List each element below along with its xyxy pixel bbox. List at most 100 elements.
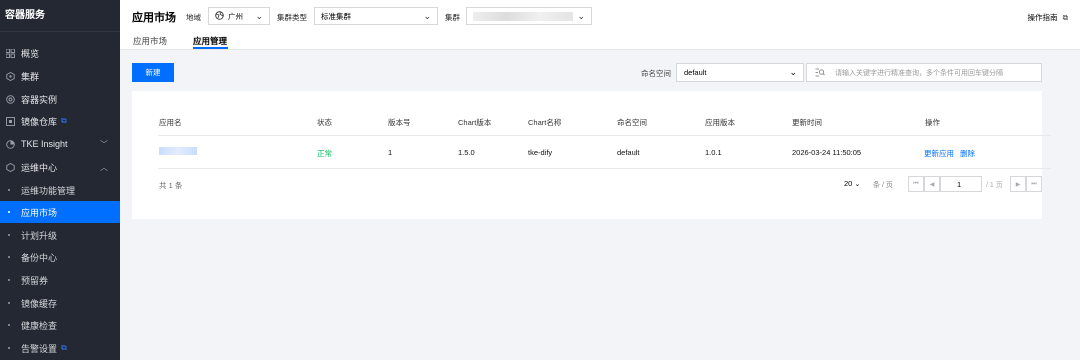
registry-icon <box>5 116 15 126</box>
page-header: 应用市场 地域 广州 ⌄ 集群类型 标准集群 ⌄ 集群 ⌄ 操作指南 ⧉ 应用市… <box>120 0 1080 50</box>
sidebar-subitem-health-check[interactable]: 健康检查 <box>0 314 120 336</box>
bullet-icon <box>8 189 10 191</box>
active-tab-indicator <box>193 47 228 49</box>
new-button[interactable]: 新建 <box>132 63 174 82</box>
sidebar-subitem-label: 告警设置 <box>21 343 58 354</box>
insight-icon <box>5 139 15 149</box>
grid-icon <box>5 48 15 58</box>
sidebar-subitem-image-cache[interactable]: 镜像缓存 <box>0 292 120 314</box>
col-header-app-version: 应用版本 <box>705 118 735 127</box>
external-link-icon: ⧉ <box>61 343 67 352</box>
namespace-select[interactable]: default ⌄ <box>676 63 804 82</box>
sidebar-subitem-reserved-coupon[interactable]: 预留券 <box>0 269 120 291</box>
external-link-icon: ⧉ <box>1062 13 1068 22</box>
cluster-type-select[interactable]: 标准集群 ⌄ <box>314 7 438 25</box>
app-version-cell: 1.0.1 <box>705 148 722 157</box>
col-header-revision: 版本号 <box>388 118 411 127</box>
status-badge: 正常 <box>317 149 332 158</box>
chevron-down-icon: ⌄ <box>577 11 585 21</box>
bullet-icon <box>8 347 10 349</box>
updated-time-cell: 2026-03-24 11:50:05 <box>792 148 862 157</box>
sidebar-subitem-planned-upgrade[interactable]: 计划升级 <box>0 224 120 246</box>
col-header-actions: 操作 <box>925 118 940 127</box>
sidebar-subitem-label: 计划升级 <box>21 230 58 241</box>
first-page-button[interactable]: ⏮ <box>908 176 924 192</box>
cluster-icon <box>5 71 15 81</box>
sidebar-subitem-label: 镜像缓存 <box>21 298 58 309</box>
next-page-button[interactable]: ▶ <box>1010 176 1026 192</box>
app-name-link-redacted[interactable] <box>159 147 197 157</box>
sidebar-subitem-alert-settings[interactable]: 告警设置 ⧉ <box>0 337 120 359</box>
cluster-type-value: 标准集群 <box>321 11 351 21</box>
chart-version-cell: 1.5.0 <box>458 148 475 157</box>
row-divider <box>158 168 1051 169</box>
search-input[interactable]: 请输入关键字进行精准查询，多个条件可用回车键分隔 <box>806 63 1042 82</box>
sidebar-subitem-label: 备份中心 <box>21 252 58 263</box>
page-size-unit: 条 / 页 <box>873 182 893 189</box>
region-value: 广州 <box>228 11 243 21</box>
header-divider <box>158 135 1051 136</box>
filter-search-icon <box>815 68 825 79</box>
last-page-button[interactable]: ⏭ <box>1026 176 1042 192</box>
search-placeholder: 请输入关键字进行精准查询，多个条件可用回车键分隔 <box>835 69 1003 77</box>
next-page-icon: ▶ <box>1015 181 1021 188</box>
col-header-updated: 更新时间 <box>792 118 822 127</box>
tab-app-market[interactable]: 应用市场 <box>133 35 167 47</box>
revision-cell: 1 <box>388 148 393 157</box>
cluster-value-redacted <box>473 11 573 21</box>
cluster-select[interactable]: ⌄ <box>466 7 592 25</box>
prev-page-icon: ◀ <box>929 181 935 188</box>
sidebar-title: 容器服务 <box>0 0 120 32</box>
bullet-icon <box>8 234 10 236</box>
delete-link[interactable]: 删除 <box>960 148 975 159</box>
sidebar-subitem-label: 预留券 <box>21 275 49 286</box>
cluster-label: 集群 <box>445 13 460 22</box>
chevron-down-icon: ﹀ <box>100 139 108 149</box>
region-select[interactable]: 广州 ⌄ <box>208 7 270 25</box>
app-table-card: 应用名 状态 版本号 Chart版本 Chart名称 命名空间 应用版本 更新时… <box>132 91 1051 219</box>
page-number-input[interactable]: 1 <box>940 176 982 192</box>
sidebar-item-container-instance[interactable]: 容器实例 <box>0 88 120 110</box>
col-header-namespace: 命名空间 <box>617 118 647 127</box>
namespace-cell: default <box>617 148 640 157</box>
sidebar-subitem-label: 健康检查 <box>21 320 58 331</box>
sidebar-item-cluster[interactable]: 集群 <box>0 65 120 87</box>
region-label: 地域 <box>186 13 201 22</box>
last-page-icon: ⏭ <box>1031 180 1037 187</box>
current-page: 1 <box>957 179 962 189</box>
first-page-icon: ⏮ <box>913 180 919 187</box>
tab-app-management[interactable]: 应用管理 <box>193 35 227 47</box>
sidebar-item-label: 运维中心 <box>21 162 58 173</box>
chevron-down-icon: ⌄ <box>789 67 797 77</box>
col-header-status: 状态 <box>317 118 332 127</box>
sidebar-subitem-label: 应用市场 <box>21 207 58 218</box>
sidebar-item-tke-insight[interactable]: TKE Insight ﹀ <box>0 133 120 155</box>
page-size-value: 20 <box>844 179 853 188</box>
guide-link[interactable]: 操作指南 ⧉ <box>1028 12 1068 23</box>
sidebar-subitem-app-market[interactable]: 应用市场 <box>0 201 120 223</box>
chevron-down-icon: ⌄ <box>255 11 263 21</box>
sidebar-subitem-ops-feature[interactable]: 运维功能管理 <box>0 179 120 201</box>
sidebar-item-label: TKE Insight <box>21 139 68 149</box>
bullet-icon <box>8 279 10 281</box>
sidebar-item-label: 概览 <box>21 48 40 59</box>
prev-page-button[interactable]: ◀ <box>924 176 940 192</box>
sidebar-item-label: 容器实例 <box>21 94 58 105</box>
chevron-up-icon: ︿ <box>100 162 108 172</box>
sidebar-subitem-backup[interactable]: 备份中心 <box>0 246 120 268</box>
page-size-select[interactable]: 20 ⌄ <box>844 179 860 188</box>
chart-name-cell: tke-dify <box>528 148 553 157</box>
total-pages: / 1 页 <box>986 182 1003 189</box>
bullet-icon <box>8 256 10 258</box>
col-header-chart-name: Chart名称 <box>528 118 562 127</box>
sidebar-item-overview[interactable]: 概览 <box>0 42 120 64</box>
sidebar-item-registry[interactable]: 镜像仓库 ⧉ <box>0 110 120 132</box>
namespace-label: 命名空间 <box>641 69 671 78</box>
instance-icon <box>5 94 15 104</box>
sidebar-item-ops-center[interactable]: 运维中心 ︿ <box>0 156 120 178</box>
chevron-down-icon: ⌄ <box>423 11 431 21</box>
cluster-type-label: 集群类型 <box>277 13 307 22</box>
globe-icon <box>215 10 224 22</box>
bullet-icon <box>8 302 10 304</box>
update-app-link[interactable]: 更新应用 <box>924 148 954 159</box>
